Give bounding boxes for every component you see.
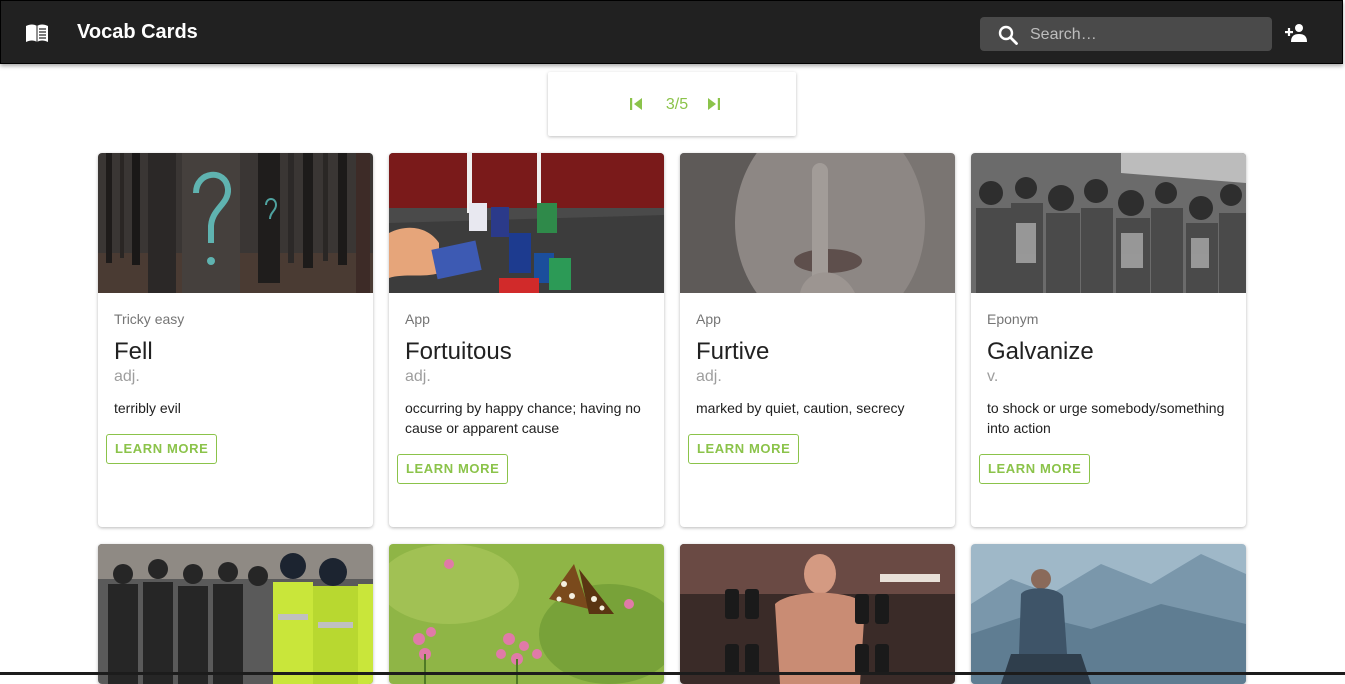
card-image-poker <box>389 153 664 293</box>
card-definition: occurring by happy chance; having no cau… <box>405 400 641 436</box>
card-definition: terribly evil <box>114 400 181 416</box>
card-word: Fell <box>114 338 153 365</box>
vocab-card: App Fortuitous adj. occurring by happy c… <box>389 153 664 527</box>
learn-more-button[interactable]: LEARN MORE <box>397 454 509 484</box>
page-indicator: 3/5 <box>665 96 689 113</box>
card-category: Eponym <box>987 311 1039 327</box>
card-category: Tricky easy <box>114 311 185 327</box>
vocab-card: Tricky easy Fell adj. terribly evil LEAR… <box>98 153 373 527</box>
card-image-weightlifter <box>680 544 955 684</box>
pagination: 3/5 <box>548 72 796 136</box>
learn-more-button[interactable]: LEARN MORE <box>979 454 1091 484</box>
card-word: Fortuitous <box>405 338 512 365</box>
vocab-card <box>971 544 1246 684</box>
card-image-mountain <box>971 544 1246 684</box>
card-category: App <box>405 311 430 327</box>
last-page-icon[interactable] <box>706 96 722 112</box>
card-image-crowd <box>971 153 1246 293</box>
card-image-secret <box>680 153 955 293</box>
card-category: App <box>696 311 721 327</box>
card-image-riot-police <box>98 544 373 684</box>
person-add-icon[interactable] <box>1284 23 1308 43</box>
card-part-of-speech: adj. <box>405 368 431 385</box>
card-word: Galvanize <box>987 338 1094 365</box>
card-definition: to shock or urge somebody/something into… <box>987 400 1225 436</box>
vocab-card: App Furtive adj. marked by quiet, cautio… <box>680 153 955 527</box>
app-title: Vocab Cards <box>77 21 198 43</box>
search-box[interactable] <box>980 17 1272 53</box>
vocab-card <box>389 544 664 684</box>
vocab-card <box>98 544 373 684</box>
vocab-card <box>680 544 955 684</box>
first-page-icon[interactable] <box>628 96 644 112</box>
card-image-forest <box>98 153 373 293</box>
search-icon <box>998 25 1018 45</box>
learn-more-button[interactable]: LEARN MORE <box>688 434 800 464</box>
learn-more-button[interactable]: LEARN MORE <box>106 434 218 464</box>
book-icon[interactable] <box>25 23 49 43</box>
card-word: Furtive <box>696 338 770 365</box>
card-part-of-speech: adj. <box>114 368 140 385</box>
app-bar: Vocab Cards <box>0 0 1343 64</box>
search-input[interactable] <box>1028 17 1262 53</box>
card-definition: marked by quiet, caution, secrecy <box>696 400 905 416</box>
card-part-of-speech: adj. <box>696 368 722 385</box>
card-image-butterfly <box>389 544 664 684</box>
card-part-of-speech: v. <box>987 368 999 385</box>
vocab-card: Eponym Galvanize v. to shock or urge som… <box>971 153 1246 527</box>
